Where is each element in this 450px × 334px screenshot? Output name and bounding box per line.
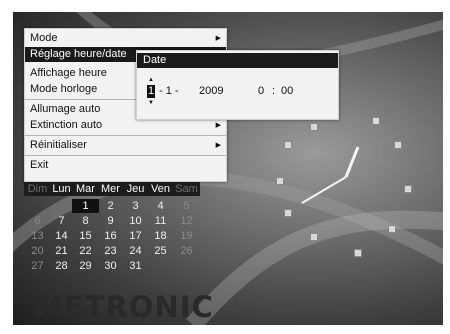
calendar-day: 2 [107,200,114,212]
calendar-day: 20 [31,245,44,257]
weekday-label: Sam [175,183,198,195]
weekday-label: Lun [52,183,71,195]
menu-divider [25,135,226,136]
menu-item-label: Allumage auto [30,103,101,115]
year-field[interactable]: 2009 [199,85,223,98]
menu-item-label: Mode [30,32,58,44]
device-photo: Mode ▶ Réglage heure/date Affichage heur… [0,0,450,334]
calendar-day: 8 [82,215,89,227]
weekday-label: Mer [101,183,120,195]
weekday-label: Jeu [126,183,145,195]
menu-item-exit[interactable]: Exit [25,158,226,173]
calendar-day: 22 [79,245,92,257]
day-field[interactable]: 1 [147,85,156,98]
calendar-day: 16 [104,230,117,242]
spin-down-icon[interactable]: ▼ [148,100,154,106]
menu-item-label: Extinction auto [30,119,103,131]
hour-field[interactable]: 0 [258,85,264,98]
calendar-day: 15 [79,230,92,242]
calendar-day: 3 [132,200,139,212]
menu-item-mode[interactable]: Mode ▶ [25,31,226,46]
weekday-label: Mar [76,183,95,195]
calendar-day: 27 [31,260,44,272]
menu-divider [25,155,226,156]
menu-item-label: Réinitialiser [30,139,87,151]
calendar-day: 5 [183,200,190,212]
calendar-day: 29 [79,260,92,272]
calendar-day: 19 [180,230,193,242]
menu-item-auto-off[interactable]: Extinction auto ▶ [25,118,226,133]
calendar-day: 12 [180,215,193,227]
month-field[interactable]: - 1 - [159,85,179,98]
calendar-day: 14 [55,230,68,242]
submenu-arrow-icon: ▶ [215,122,221,129]
spin-up-icon[interactable]: ▲ [148,77,154,83]
menu-item-label: Mode horloge [30,83,98,95]
submenu-arrow-icon: ▶ [215,142,221,149]
calendar-day: 7 [58,215,65,227]
calendar-day: 25 [154,245,167,257]
calendar-weekday-header: Dim Lun Mar Mer Jeu Ven Sam [24,182,200,196]
calendar-day: 31 [129,260,142,272]
calendar-day: 23 [104,245,117,257]
calendar-day: 13 [31,230,44,242]
calendar-day: 21 [55,245,68,257]
menu-item-label: Exit [30,159,49,171]
weekday-label: Dim [27,183,48,195]
calendar-day: 17 [129,230,142,242]
clock-hands [301,146,360,204]
calendar-day: 18 [154,230,167,242]
date-panel-title: Date [137,53,338,68]
calendar-day: 24 [129,245,142,257]
weekday-label: Ven [151,183,170,195]
menu-item-reset[interactable]: Réinitialiser ▶ [25,138,226,153]
time-colon: : [272,85,276,97]
brand-logo: METRONIC [34,290,214,324]
date-setting-panel: Date ▲ 1 ▼ - 1 - 2009 0 : 00 [136,50,339,120]
calendar-day: 26 [180,245,193,257]
calendar-day: 30 [104,260,117,272]
calendar-day: 4 [157,200,164,212]
calendar-day: 9 [107,215,114,227]
menu-item-label: Affichage heure [30,67,107,79]
calendar-day: 6 [34,215,41,227]
menu-item-label: Réglage heure/date [30,48,127,60]
calendar-day: 11 [154,215,167,227]
minute-field[interactable]: 00 [281,85,293,98]
calendar-day: 10 [129,215,142,227]
submenu-arrow-icon: ▶ [215,35,221,42]
calendar-day: 1 [72,199,99,213]
calendar-day: 28 [55,260,68,272]
